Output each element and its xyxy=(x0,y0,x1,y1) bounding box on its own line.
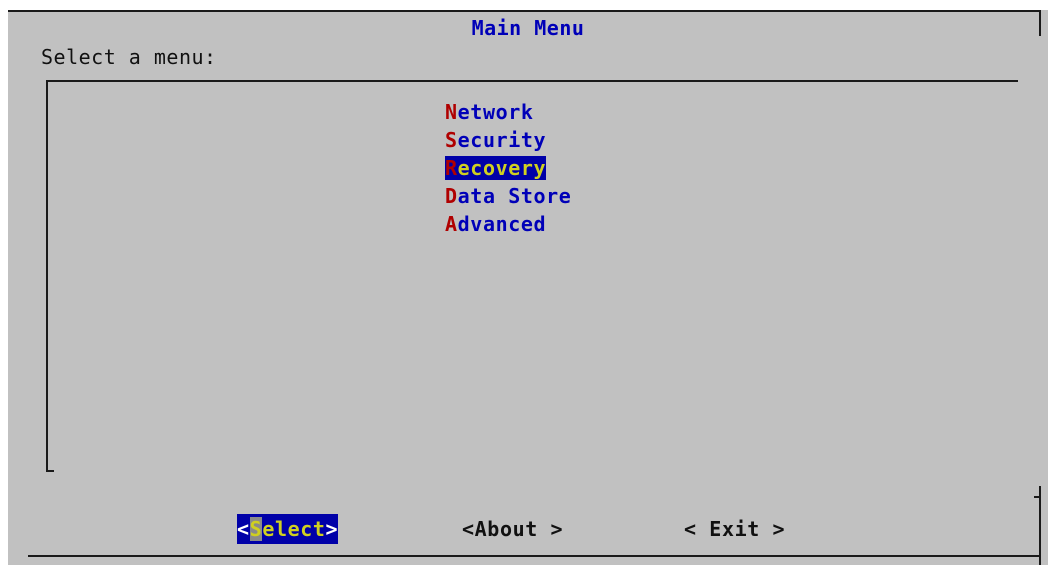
button-label: Exit xyxy=(709,517,773,541)
menu-item-recovery[interactable]: Recovery xyxy=(445,154,571,182)
listbox-top-border xyxy=(46,80,1018,82)
exit-button[interactable]: < Exit > xyxy=(684,514,785,544)
select-button[interactable]: <Select> xyxy=(237,514,339,544)
menu-item-hotkey: N xyxy=(445,100,458,124)
menu-item-hotkey: D xyxy=(445,184,458,208)
button-bracket-right: > xyxy=(325,517,339,541)
button-bar: <Select> <About > < Exit > xyxy=(8,514,1048,544)
menu-item-network[interactable]: Network xyxy=(445,98,571,126)
button-bracket-left: < xyxy=(462,517,475,541)
button-hotkey: S xyxy=(249,517,263,541)
button-label: elect xyxy=(262,517,326,541)
button-bracket-right: > xyxy=(772,517,786,541)
main-menu-dialog: Main Menu Select a menu: Network Securit… xyxy=(8,10,1048,565)
dialog-top-border xyxy=(8,10,1040,12)
menu-item-hotkey: R xyxy=(445,156,458,180)
button-bracket-right: > xyxy=(550,517,564,541)
listbox-left-border xyxy=(46,80,48,472)
menu-item-data-store[interactable]: Data Store xyxy=(445,182,571,210)
menu-item-label: ata Store xyxy=(457,184,572,208)
button-label: About xyxy=(474,517,551,541)
menu-prompt: Select a menu: xyxy=(41,45,217,69)
listbox-bottom-corner xyxy=(46,470,54,472)
menu-item-advanced[interactable]: Advanced xyxy=(445,210,571,238)
dialog-bottom-border xyxy=(28,555,1040,557)
about-button[interactable]: <About > xyxy=(462,514,563,544)
menu-item-label: ecurity xyxy=(457,128,547,152)
menu-item-security[interactable]: Security xyxy=(445,126,571,154)
dialog-right-tee xyxy=(1034,496,1040,498)
menu-list: Network Security Recovery Data Store Adv… xyxy=(445,98,571,238)
menu-item-label: ecovery xyxy=(457,156,547,180)
menu-item-label: etwork xyxy=(457,100,534,124)
menu-item-label: dvanced xyxy=(457,212,547,236)
button-bracket-left: < xyxy=(237,517,250,541)
menu-item-hotkey: A xyxy=(445,212,458,236)
button-bracket-left: < xyxy=(684,517,710,541)
menu-item-hotkey: S xyxy=(445,128,458,152)
dialog-title: Main Menu xyxy=(471,16,585,40)
